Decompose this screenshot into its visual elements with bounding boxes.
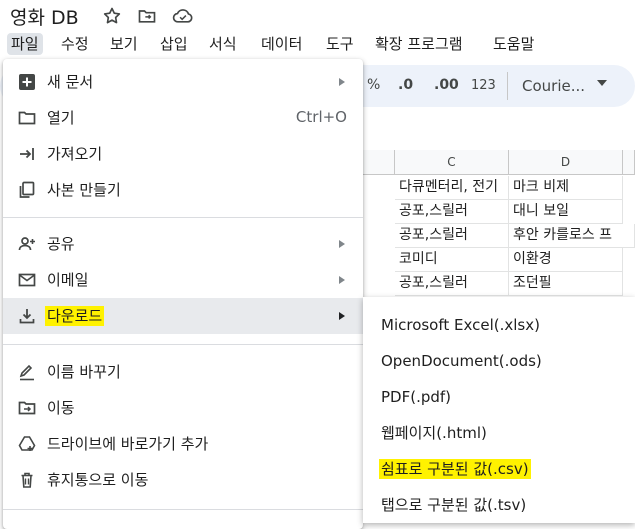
cell-d2[interactable]: 마크 비제 <box>509 176 623 200</box>
menu-help[interactable]: 도움말 <box>489 33 538 55</box>
menu-view[interactable]: 보기 <box>106 33 142 55</box>
import-icon <box>18 145 36 163</box>
menu-item-email[interactable]: 이메일 <box>3 262 363 298</box>
submenu-item-label: 쉼표로 구분된 값(.csv) <box>379 459 531 479</box>
menu-item-download[interactable]: 다운로드 <box>3 298 363 334</box>
menu-item-open[interactable]: 열기 Ctrl+O <box>3 100 363 136</box>
menu-edit[interactable]: 수정 <box>57 33 93 55</box>
menu-bar: 파일 수정 보기 삽입 서식 데이터 도구 확장 프로그램 도움말 <box>0 31 635 57</box>
trash-icon <box>18 471 36 489</box>
percent-format-button[interactable]: % <box>367 77 380 93</box>
menu-divider <box>3 344 363 345</box>
submenu-item-label: Microsoft Excel(.xlsx) <box>381 316 540 334</box>
menu-item-share[interactable]: 공유 <box>3 226 363 262</box>
file-menu: 새 문서 열기 Ctrl+O 가져오기 사본 만들기 공유 이메일 다운로드 이… <box>3 59 363 529</box>
cell-c5[interactable]: 코미디 <box>395 248 509 272</box>
menu-item-label: 다운로드 <box>45 306 105 326</box>
menu-item-import[interactable]: 가져오기 <box>3 136 363 172</box>
title-bar: 영화 DB <box>0 0 635 32</box>
menu-item-make-copy[interactable]: 사본 만들기 <box>3 172 363 208</box>
email-icon <box>18 271 36 289</box>
menu-insert[interactable]: 삽입 <box>156 33 192 55</box>
menu-item-label: 공유 <box>47 235 75 253</box>
column-header-e[interactable] <box>623 150 635 175</box>
menu-item-label: 이름 바꾸기 <box>47 363 121 381</box>
submenu-item-label: PDF(.pdf) <box>381 388 452 406</box>
rename-icon <box>18 363 36 381</box>
increase-decimal-button[interactable]: .00 <box>434 77 459 93</box>
submenu-item-label: OpenDocument(.ods) <box>381 352 542 370</box>
menu-item-label: 이동 <box>47 399 75 417</box>
cell-d6[interactable]: 조던필 <box>509 272 623 296</box>
menu-format[interactable]: 서식 <box>205 33 241 55</box>
cell-d5[interactable]: 이환경 <box>509 248 623 272</box>
menu-item-move[interactable]: 이동 <box>3 390 363 426</box>
cell-d3[interactable]: 대니 보일 <box>509 200 623 224</box>
menu-file[interactable]: 파일 <box>7 33 43 55</box>
menu-divider <box>3 217 363 218</box>
shortcut-label: Ctrl+O <box>295 108 347 126</box>
cell-c3[interactable]: 공포,스릴러 <box>395 200 509 224</box>
column-header-c[interactable]: C <box>395 150 509 175</box>
download-html[interactable]: 웹페이지(.html) <box>363 415 635 451</box>
toolbar-divider <box>507 72 508 100</box>
new-sheet-icon <box>18 73 36 91</box>
menu-extensions[interactable]: 확장 프로그램 <box>371 33 467 55</box>
drive-shortcut-icon <box>18 435 36 453</box>
menu-tools[interactable]: 도구 <box>322 33 358 55</box>
menu-item-new[interactable]: 새 문서 <box>3 64 363 100</box>
menu-item-trash[interactable]: 휴지통으로 이동 <box>3 462 363 498</box>
menu-item-label: 휴지통으로 이동 <box>47 471 149 489</box>
submenu-arrow-icon <box>339 240 345 248</box>
download-icon <box>18 307 36 325</box>
download-ods[interactable]: OpenDocument(.ods) <box>363 343 635 379</box>
open-folder-icon <box>18 109 36 127</box>
menu-item-label: 열기 <box>47 109 75 127</box>
menu-data[interactable]: 데이터 <box>257 33 306 55</box>
menu-divider <box>3 509 363 510</box>
menu-item-label: 새 문서 <box>47 73 94 91</box>
document-title[interactable]: 영화 DB <box>10 3 79 30</box>
font-select[interactable]: Courie... <box>514 70 614 102</box>
chevron-down-icon <box>597 80 607 86</box>
number-format-button[interactable]: 123 <box>471 78 496 93</box>
cell-c2[interactable]: 다큐멘터리, 전기 <box>395 176 509 200</box>
submenu-item-label: 웹페이지(.html) <box>381 424 487 442</box>
download-csv[interactable]: 쉼표로 구분된 값(.csv) <box>363 451 635 487</box>
star-icon[interactable] <box>102 6 122 26</box>
download-xlsx[interactable]: Microsoft Excel(.xlsx) <box>363 307 635 343</box>
move-icon <box>18 399 36 417</box>
share-person-icon <box>18 235 36 253</box>
cell-c4[interactable]: 공포,스릴러 <box>395 224 509 248</box>
download-pdf[interactable]: PDF(.pdf) <box>363 379 635 415</box>
cell-c6[interactable]: 공포,스릴러 <box>395 272 509 296</box>
menu-item-label: 사본 만들기 <box>47 181 121 199</box>
menu-item-label: 가져오기 <box>47 145 103 163</box>
menu-item-label: 이메일 <box>47 271 89 289</box>
menu-item-add-shortcut[interactable]: 드라이브에 바로가기 추가 <box>3 426 363 462</box>
menu-item-label: 드라이브에 바로가기 추가 <box>47 435 209 453</box>
menu-item-rename[interactable]: 이름 바꾸기 <box>3 354 363 390</box>
download-tsv[interactable]: 탭으로 구분된 값(.tsv) <box>363 487 635 523</box>
copy-icon <box>18 181 36 199</box>
submenu-arrow-icon <box>339 78 345 86</box>
submenu-item-label: 탭으로 구분된 값(.tsv) <box>381 496 527 514</box>
submenu-arrow-icon <box>339 312 345 320</box>
move-folder-icon[interactable] <box>137 6 157 26</box>
column-header-b[interactable] <box>363 150 395 175</box>
download-submenu: Microsoft Excel(.xlsx) OpenDocument(.ods… <box>363 297 635 523</box>
cell-d4[interactable]: 후안 카를로스 프 <box>509 224 635 248</box>
column-header-d[interactable]: D <box>509 150 623 175</box>
decrease-decimal-button[interactable]: .0 <box>398 77 413 93</box>
submenu-arrow-icon <box>339 276 345 284</box>
cloud-status-icon[interactable] <box>172 6 193 26</box>
